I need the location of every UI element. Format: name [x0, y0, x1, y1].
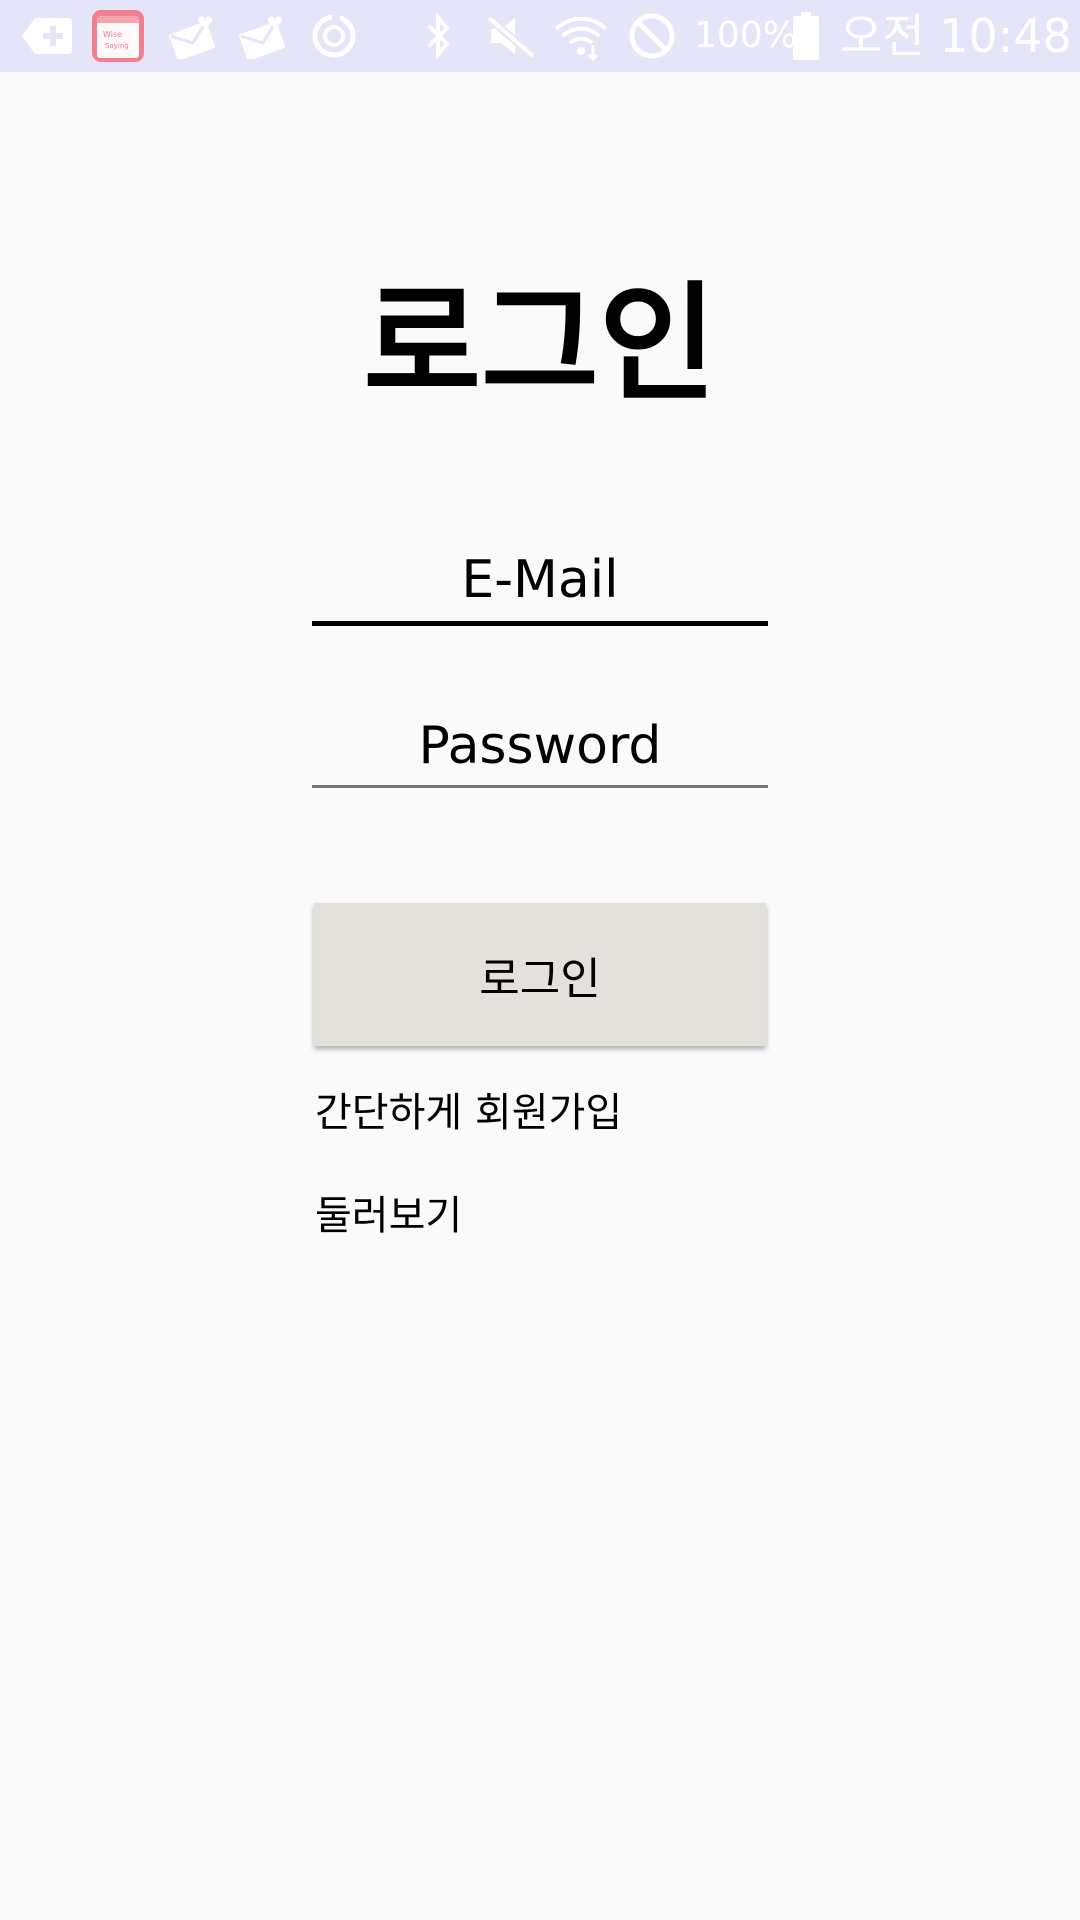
status-bar: Wise Saying 100% 오전 10:48 [0, 0, 1080, 72]
sync-icon [308, 10, 360, 62]
clock: 오전 10:48 [840, 9, 1072, 63]
add-tag-icon [20, 10, 74, 62]
login-button-label: 로그인 [479, 953, 601, 1005]
mute-icon [486, 10, 538, 62]
wifi-icon [552, 10, 610, 62]
app-icon-text-1: Wise [103, 30, 122, 39]
email-field[interactable]: E-Mail [312, 548, 768, 626]
login-button[interactable]: 로그인 [314, 903, 766, 1046]
page-title: 로그인 [363, 270, 717, 419]
battery-percent: 100% [694, 15, 797, 56]
signup-link[interactable]: 간단하게 회원가입 [315, 1080, 622, 1138]
mail-heart-icon [166, 10, 218, 62]
browse-link[interactable]: 둘러보기 [315, 1183, 462, 1241]
app-icon-text-2: Saying [105, 42, 129, 50]
wise-saying-app-icon: Wise Saying [92, 10, 144, 62]
do-not-disturb-icon [626, 10, 678, 62]
bluetooth-icon [418, 10, 458, 62]
mail-heart-icon [236, 10, 288, 62]
battery-icon [788, 10, 824, 62]
password-field[interactable]: Password [312, 714, 768, 788]
